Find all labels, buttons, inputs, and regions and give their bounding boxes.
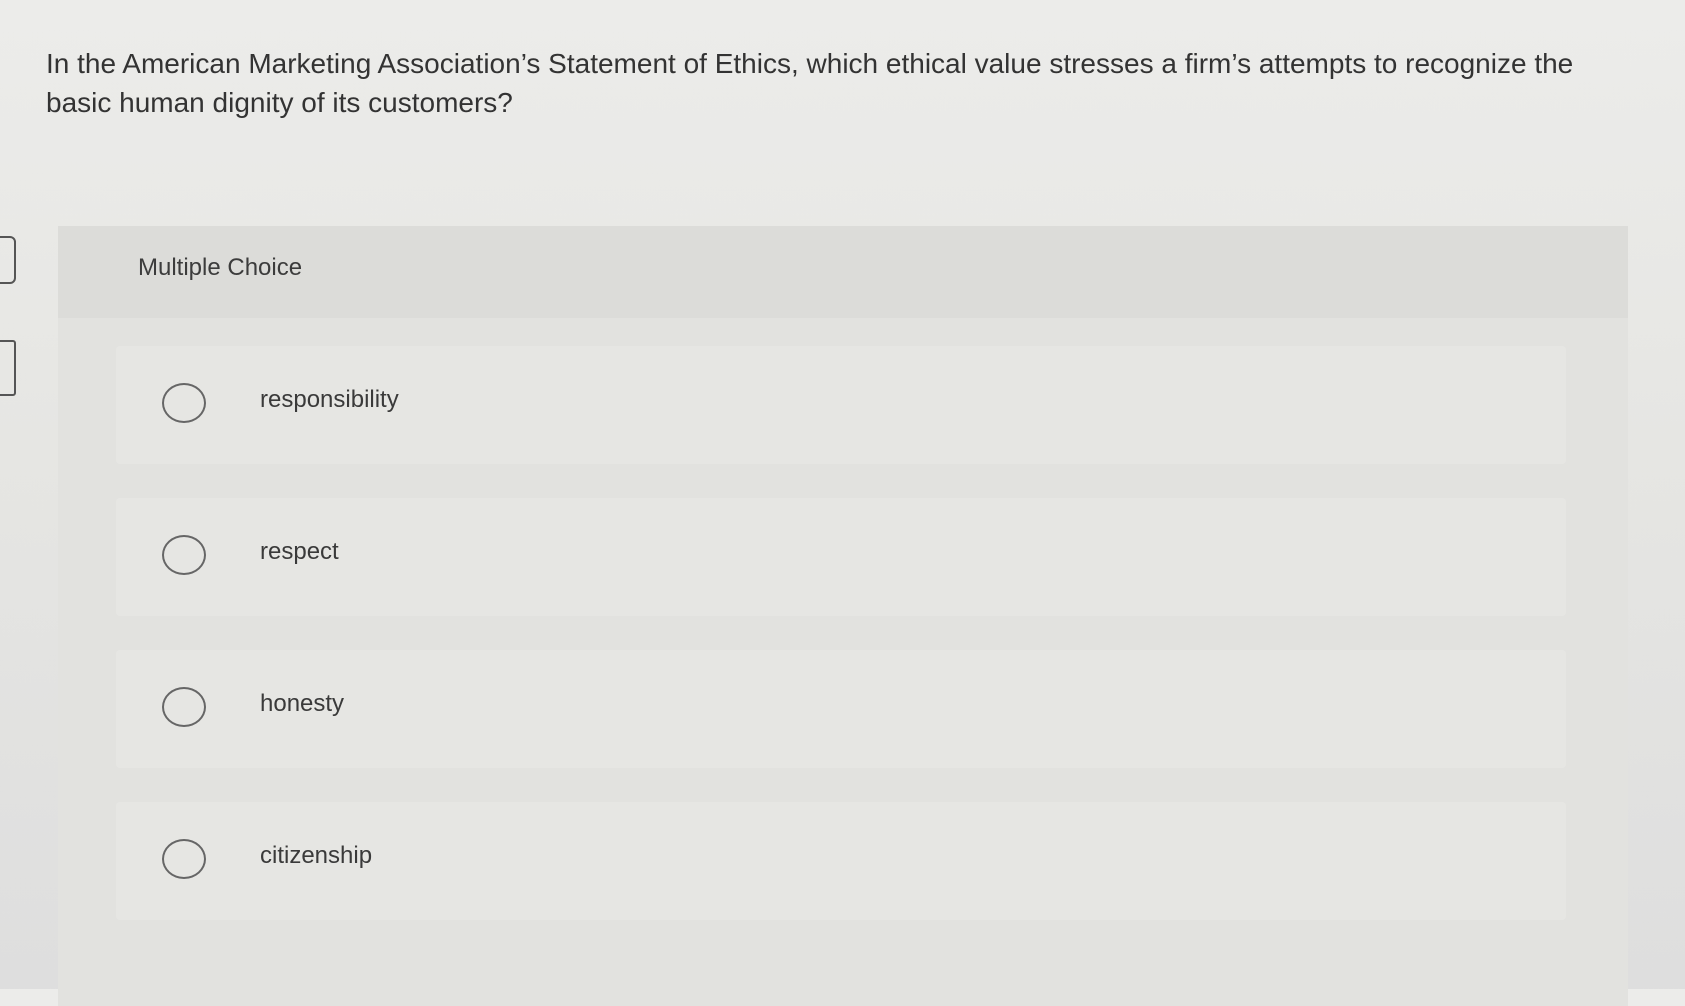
option-honesty[interactable]: honesty [116, 650, 1566, 768]
radio-button-icon[interactable] [162, 687, 206, 727]
screen-edge-button [0, 236, 16, 284]
option-respect[interactable]: respect [116, 498, 1566, 616]
screen-edge-tab [0, 340, 16, 396]
option-label: citizenship [260, 842, 373, 869]
multiple-choice-header: Multiple Choice [58, 226, 1628, 318]
option-label: respect [260, 538, 339, 565]
multiple-choice-panel: Multiple Choice responsibility respect h… [58, 226, 1628, 1006]
radio-button-icon[interactable] [162, 839, 206, 879]
option-label: honesty [260, 690, 345, 717]
radio-button-icon[interactable] [162, 535, 206, 575]
option-label: responsibility [260, 386, 399, 413]
option-responsibility[interactable]: responsibility [116, 346, 1566, 464]
radio-button-icon[interactable] [162, 383, 206, 423]
question-text: In the American Marketing Association’s … [46, 48, 1574, 118]
option-citizenship[interactable]: citizenship [116, 802, 1566, 920]
multiple-choice-title: Multiple Choice [138, 254, 303, 281]
